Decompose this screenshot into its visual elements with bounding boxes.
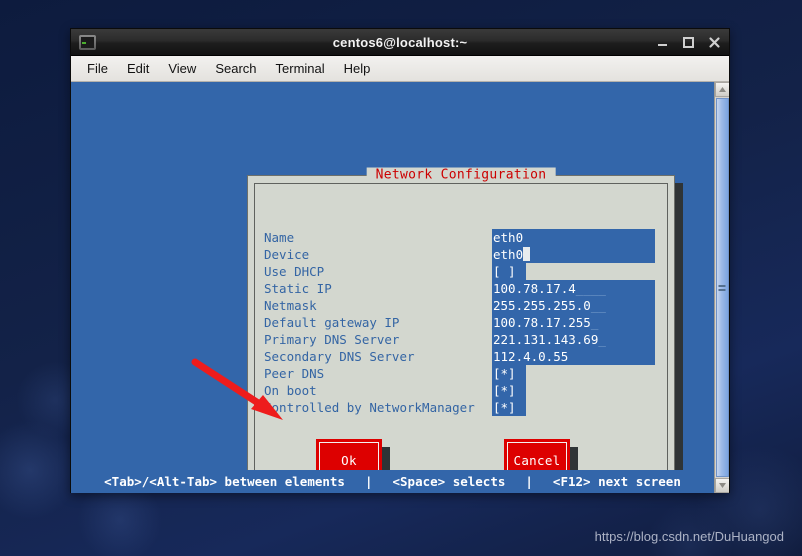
statusbar-hint-tab: <Tab>/<Alt-Tab> between elements <box>104 474 345 489</box>
form-text-input[interactable]: 100.78.17.255_ <box>492 314 655 331</box>
form-row-label: Controlled by NetworkManager <box>264 400 475 415</box>
form-value: eth0 <box>493 247 524 262</box>
form-row-label: Static IP <box>264 281 332 296</box>
statusbar-hint-space: <Space> selects <box>392 474 506 489</box>
form-row: Primary DNS Server 221.131.143.69_ <box>264 331 664 348</box>
form-value-filler: __ <box>590 298 606 313</box>
form-row-label: Peer DNS <box>264 366 325 381</box>
terminal-window: centos6@localhost:~ File Edit View Searc… <box>70 28 730 493</box>
close-icon[interactable] <box>708 36 721 49</box>
form-value-filler: _ <box>590 315 599 330</box>
minimize-icon[interactable] <box>656 36 669 49</box>
form-row: Device eth0 <box>264 246 664 263</box>
form-value: [*] <box>493 400 516 415</box>
form-row-label: Use DHCP <box>264 264 325 279</box>
network-config-form: Name eth0 Device eth0 Use DHCP [ ] Static IP 10… <box>264 229 664 416</box>
form-row-label: Primary DNS Server <box>264 332 400 347</box>
form-value: [ ] <box>493 264 516 279</box>
menubar: File Edit View Search Terminal Help <box>71 56 729 82</box>
statusbar-hint-f12: <F12> next screen <box>552 474 681 489</box>
scroll-down-icon[interactable] <box>714 478 729 493</box>
form-value: 255.255.255.0 <box>493 298 591 313</box>
form-value-filler: ____ <box>575 281 606 296</box>
form-row: Default gateway IP 100.78.17.255_ <box>264 314 664 331</box>
window-titlebar[interactable]: centos6@localhost:~ <box>71 29 729 56</box>
window-title: centos6@localhost:~ <box>332 34 468 50</box>
menu-item-terminal[interactable]: Terminal <box>268 58 333 79</box>
form-row-label: Name <box>264 230 295 245</box>
form-text-input[interactable]: 112.4.0.55 <box>492 348 655 365</box>
form-value-filler: _ <box>598 332 606 347</box>
form-value: 221.131.143.69 <box>493 332 599 347</box>
form-value: eth0 <box>493 230 524 245</box>
scrollbar-grip <box>718 284 726 291</box>
scrollbar-thumb[interactable] <box>715 98 729 477</box>
form-row: Netmask 255.255.255.0__ <box>264 297 664 314</box>
form-value: [*] <box>493 366 516 381</box>
form-row-label: Secondary DNS Server <box>264 349 415 364</box>
form-checkbox[interactable]: [*] <box>492 382 526 399</box>
form-row-label: Default gateway IP <box>264 315 400 330</box>
form-text-input[interactable]: 221.131.143.69_ <box>492 331 655 348</box>
form-row-label: On boot <box>264 383 317 398</box>
text-cursor <box>523 247 531 261</box>
form-text-input[interactable]: eth0 <box>492 246 655 263</box>
scroll-up-icon[interactable] <box>714 82 729 97</box>
form-checkbox[interactable]: [*] <box>492 365 526 382</box>
form-row: Use DHCP [ ] <box>264 263 664 280</box>
form-checkbox[interactable]: [ ] <box>492 263 526 280</box>
dialog-title: Network Configuration <box>366 167 556 183</box>
form-row-label: Device <box>264 247 310 262</box>
form-row: Controlled by NetworkManager [*] <box>264 399 664 416</box>
form-row-label: Netmask <box>264 298 317 313</box>
form-text-input[interactable]: 100.78.17.4____ <box>492 280 655 297</box>
statusbar-separator-2: | <box>525 474 533 489</box>
form-text-input[interactable]: 255.255.255.0__ <box>492 297 655 314</box>
terminal-body: Network Configuration Name eth0 Device eth0… <box>71 82 729 493</box>
terminal-scrollbar[interactable] <box>714 82 729 493</box>
network-configuration-dialog: Network Configuration Name eth0 Device eth0… <box>247 167 675 493</box>
window-buttons <box>656 36 721 49</box>
menu-item-help[interactable]: Help <box>336 58 379 79</box>
form-row: On boot [*] <box>264 382 664 399</box>
menu-item-edit[interactable]: Edit <box>119 58 157 79</box>
menu-item-search[interactable]: Search <box>207 58 264 79</box>
form-text-input[interactable]: eth0 <box>492 229 655 246</box>
menu-item-view[interactable]: View <box>160 58 204 79</box>
form-row: Static IP 100.78.17.4____ <box>264 280 664 297</box>
form-value: 100.78.17.4 <box>493 281 576 296</box>
desktop-background: centos6@localhost:~ File Edit View Searc… <box>0 0 802 556</box>
statusbar: <Tab>/<Alt-Tab> between elements | <Spac… <box>71 470 714 493</box>
form-value: [*] <box>493 383 516 398</box>
form-row: Peer DNS [*] <box>264 365 664 382</box>
form-checkbox[interactable]: [*] <box>492 399 526 416</box>
watermark: https://blog.csdn.net/DuHuangod <box>594 529 784 544</box>
menu-item-file[interactable]: File <box>79 58 116 79</box>
form-row: Secondary DNS Server 112.4.0.55 <box>264 348 664 365</box>
maximize-icon[interactable] <box>682 36 695 49</box>
form-value: 100.78.17.255 <box>493 315 591 330</box>
form-row: Name eth0 <box>264 229 664 246</box>
form-value: 112.4.0.55 <box>493 349 569 364</box>
statusbar-separator-1: | <box>364 474 373 489</box>
terminal-icon <box>79 34 96 50</box>
